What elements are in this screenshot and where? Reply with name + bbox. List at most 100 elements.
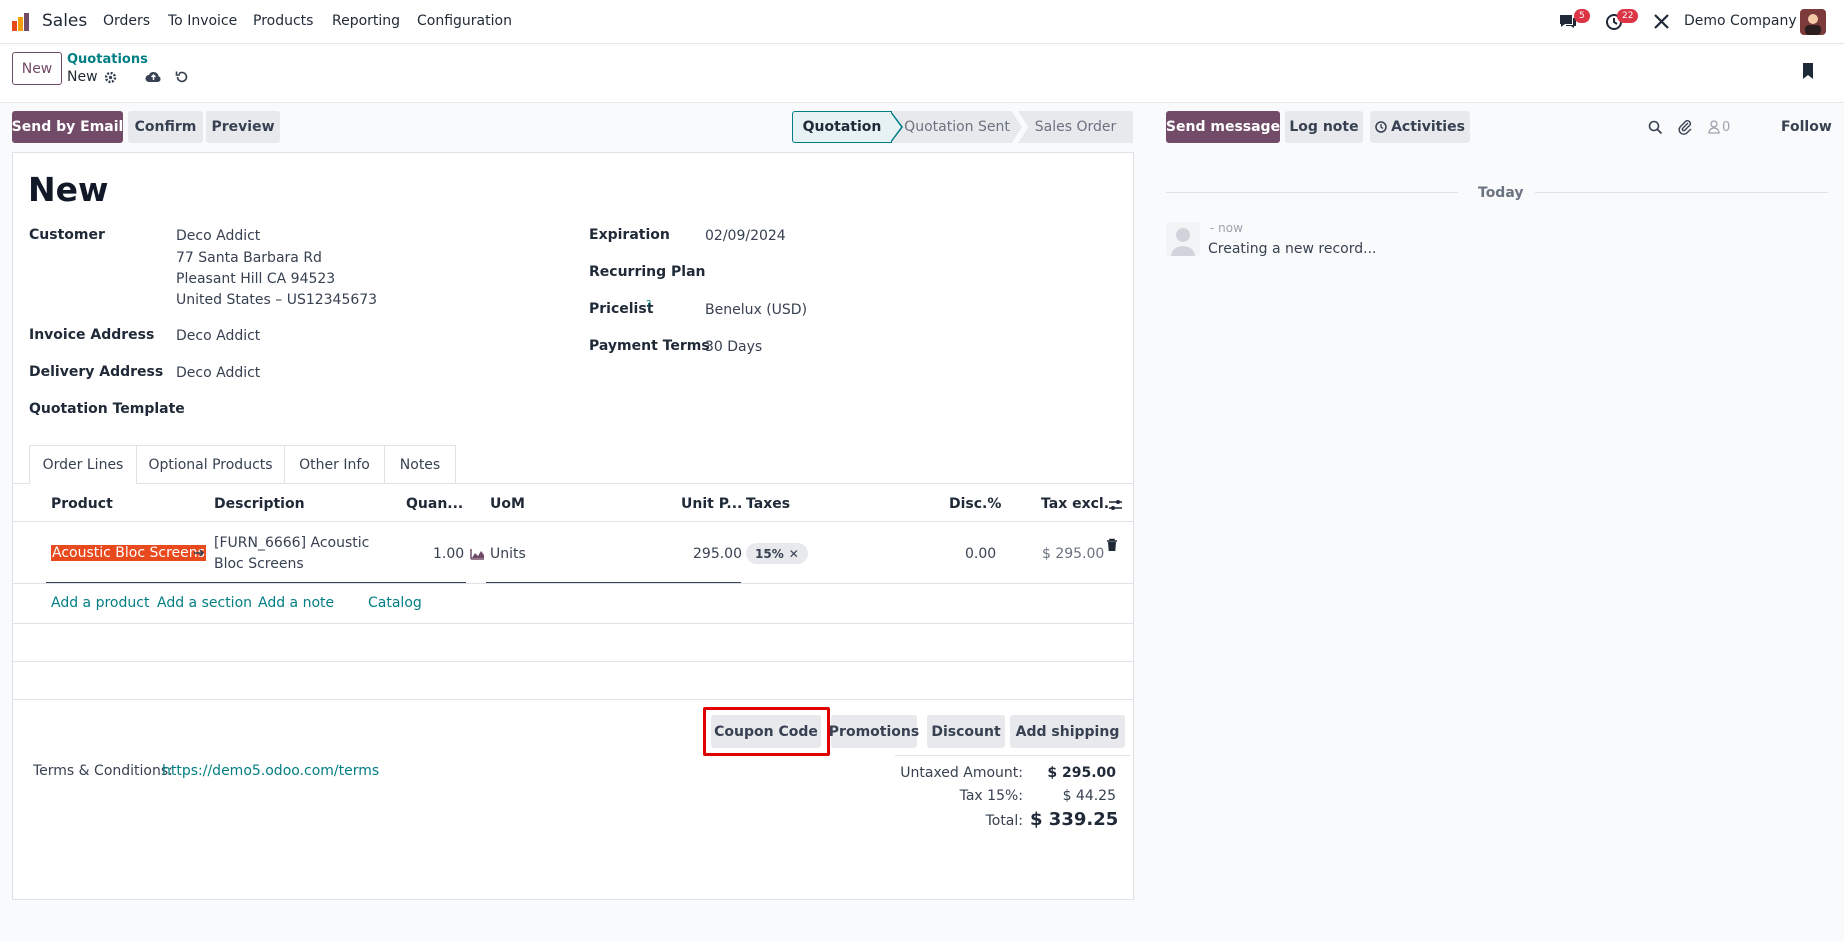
new-button[interactable]: New — [12, 52, 62, 85]
followers-user-icon[interactable] — [1708, 120, 1720, 134]
invoice-address-field[interactable]: Deco Addict — [176, 328, 260, 344]
activities-button-label: Activities — [1391, 119, 1465, 135]
menu-to-invoice[interactable]: To Invoice — [168, 13, 237, 29]
optional-columns-icon[interactable] — [1108, 498, 1123, 512]
tab-order-lines[interactable]: Order Lines — [29, 445, 137, 484]
record-title: New — [28, 170, 109, 209]
author-avatar — [1166, 222, 1200, 256]
stage-sales-order[interactable]: Sales Order — [1018, 111, 1133, 143]
tab-other-info[interactable]: Other Info — [285, 445, 385, 483]
stage-arrow-fill — [890, 112, 901, 142]
discard-icon[interactable] — [174, 69, 189, 84]
discount-button[interactable]: Discount — [927, 715, 1005, 748]
app-name[interactable]: Sales — [42, 11, 87, 31]
menu-orders[interactable]: Orders — [103, 13, 150, 29]
add-product-link[interactable]: Add a product — [51, 595, 149, 611]
col-tax-excl[interactable]: Tax excl. — [1041, 496, 1109, 512]
customer-label: Customer — [29, 227, 105, 243]
menu-configuration[interactable]: Configuration — [417, 13, 512, 29]
customer-address-line1: 77 Santa Barbara Rd — [176, 250, 322, 266]
menu-products[interactable]: Products — [253, 13, 313, 29]
confirm-button[interactable]: Confirm — [128, 111, 203, 143]
delete-line-icon[interactable] — [1106, 538, 1118, 552]
col-description[interactable]: Description — [214, 496, 305, 512]
customer-field[interactable]: Deco Addict — [176, 228, 260, 244]
col-taxes[interactable]: Taxes — [746, 496, 790, 512]
bookmark-icon[interactable] — [1801, 62, 1815, 80]
add-note-link[interactable]: Add a note — [258, 595, 334, 611]
tax-value: $ 44.25 — [1062, 788, 1116, 804]
add-shipping-button[interactable]: Add shipping — [1010, 715, 1125, 748]
quotation-template-label: Quotation Template — [29, 401, 185, 417]
control-panel: New Quotations New — [0, 45, 1844, 103]
total-value: $ 339.25 — [1030, 809, 1119, 830]
log-note-button[interactable]: Log note — [1285, 111, 1363, 143]
tabs-baseline — [12, 483, 1134, 484]
untaxed-label: Untaxed Amount: — [900, 765, 1023, 781]
stage-quotation-sent[interactable]: Quotation Sent — [892, 111, 1022, 143]
col-product[interactable]: Product — [51, 496, 113, 512]
activities-clock-icon-small — [1375, 121, 1387, 133]
tab-notes[interactable]: Notes — [385, 445, 456, 483]
col-uom[interactable]: UoM — [490, 496, 525, 512]
payment-terms-field[interactable]: 30 Days — [705, 339, 762, 355]
row-description-line2[interactable]: Bloc Screens — [214, 556, 304, 572]
open-product-arrow-icon[interactable] — [193, 547, 205, 559]
col-quantity[interactable]: Quan... — [406, 496, 463, 512]
remove-tax-icon[interactable]: ✕ — [789, 547, 799, 561]
send-by-email-button[interactable]: Send by Email — [12, 111, 123, 143]
tax-label: Tax 15%: — [959, 788, 1023, 804]
pricelist-label: Pricelist — [589, 301, 654, 317]
app-logo-icon[interactable] — [11, 11, 33, 33]
coupon-highlight-box — [703, 707, 830, 756]
terms-label: Terms & Conditions: — [33, 763, 173, 779]
empty-row-line-2 — [12, 661, 1134, 662]
row-description-line1[interactable]: [FURN_6666] Acoustic — [214, 535, 369, 551]
search-icon[interactable] — [1648, 120, 1663, 135]
save-cloud-icon[interactable] — [145, 70, 162, 84]
row-subtotal: $ 295.00 — [1042, 546, 1105, 562]
catalog-link[interactable]: Catalog — [368, 595, 422, 611]
send-message-button[interactable]: Send message — [1166, 111, 1280, 143]
breadcrumb-current: New — [67, 69, 98, 85]
menu-reporting[interactable]: Reporting — [332, 13, 400, 29]
empty-row-line-3 — [12, 699, 1134, 700]
message-time: - now — [1210, 221, 1243, 235]
add-section-link[interactable]: Add a section — [157, 595, 252, 611]
forecast-chart-icon[interactable] — [470, 548, 485, 560]
company-switcher[interactable]: Demo Company — [1684, 13, 1797, 29]
customer-address-line2: Pleasant Hill CA 94523 — [176, 271, 336, 287]
row-product-field[interactable]: Acoustic Bloc Screens — [51, 545, 206, 561]
today-line-left — [1166, 192, 1458, 193]
row-quantity[interactable]: 1.00 — [433, 546, 464, 562]
breadcrumb-quotations[interactable]: Quotations — [67, 52, 148, 67]
col-unit-price[interactable]: Unit P... — [681, 496, 742, 512]
attachment-icon[interactable] — [1678, 119, 1693, 135]
pricelist-help-icon[interactable]: ? — [646, 299, 651, 310]
terms-link[interactable]: https://demo5.odoo.com/terms — [162, 763, 379, 779]
expiration-field[interactable]: 02/09/2024 — [705, 228, 786, 244]
preview-button[interactable]: Preview — [206, 111, 280, 143]
activities-badge: 22 — [1617, 9, 1639, 23]
empty-row-line-1 — [12, 623, 1134, 624]
promotions-button[interactable]: Promotions — [829, 715, 919, 748]
gear-icon[interactable] — [104, 71, 117, 84]
tax-tag[interactable]: 15% ✕ — [746, 543, 808, 564]
tab-optional-products[interactable]: Optional Products — [137, 445, 285, 483]
delivery-address-field[interactable]: Deco Addict — [176, 365, 260, 381]
user-avatar[interactable] — [1800, 9, 1826, 35]
untaxed-value: $ 295.00 — [1047, 765, 1116, 781]
row-unit-price[interactable]: 295.00 — [693, 546, 742, 562]
follow-button[interactable]: Follow — [1781, 119, 1832, 135]
followers-count[interactable]: 0 — [1722, 120, 1730, 135]
row-uom[interactable]: Units — [490, 546, 526, 562]
activities-button[interactable]: Activities — [1370, 111, 1470, 143]
today-separator: Today — [1478, 185, 1524, 201]
header-line — [12, 521, 1134, 522]
top-navbar: Sales Orders To Invoice Products Reporti… — [0, 0, 1844, 44]
col-discount[interactable]: Disc.% — [949, 496, 1001, 512]
pricelist-field[interactable]: Benelux (USD) — [705, 302, 807, 318]
stage-quotation[interactable]: Quotation — [792, 111, 892, 143]
debug-tools-icon[interactable] — [1653, 13, 1670, 30]
row-discount[interactable]: 0.00 — [965, 546, 996, 562]
